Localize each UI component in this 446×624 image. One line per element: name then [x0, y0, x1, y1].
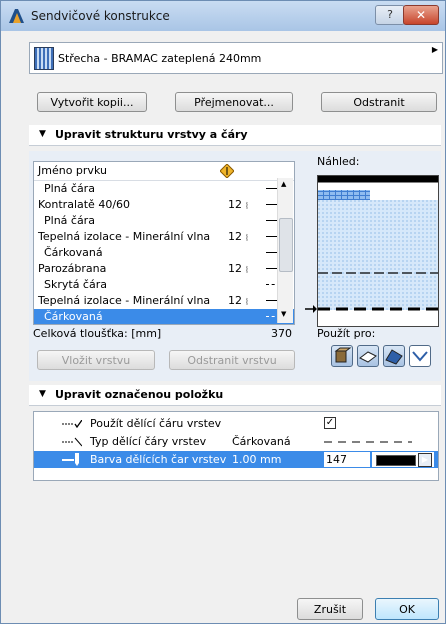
- item-section-title: Upravit označenou položku: [55, 388, 224, 401]
- layer-name: Skrytá čára: [44, 278, 107, 291]
- hatch-pattern-icon[interactable]: ⦚: [246, 263, 258, 276]
- layer-row[interactable]: Tepelná izolace - Minerální vlna 12 ⦚: [34, 293, 294, 309]
- use-for-icons: [331, 345, 435, 369]
- pen-color-swatch: [376, 455, 416, 466]
- ok-button[interactable]: OK: [375, 598, 439, 620]
- separator-line-check-icon: [62, 420, 82, 428]
- layer-thickness[interactable]: 12: [222, 261, 242, 277]
- pen-color-picker[interactable]: ▶: [372, 452, 434, 467]
- property-value[interactable]: 1.00 mm: [232, 451, 281, 468]
- layer-name: Tepelná izolace - Minerální vlna: [38, 230, 211, 243]
- property-row-selected[interactable]: Barva dělících čar vrstev 1.00 mm 147 ▶: [34, 451, 438, 468]
- line-type-icon: [62, 437, 82, 447]
- hatch-pattern-icon[interactable]: ⦚: [246, 231, 258, 244]
- close-button[interactable]: ✕: [403, 5, 439, 25]
- title-bar[interactable]: Sendvičové konstrukce ? ✕: [1, 1, 445, 31]
- hatch-pattern-icon[interactable]: ⦚: [246, 295, 258, 308]
- composite-name: Střecha - BRAMAC zateplená 240mm: [58, 52, 262, 65]
- pen-color-icon: [62, 453, 79, 466]
- pen-number-field[interactable]: 147: [324, 452, 370, 467]
- layer-row[interactable]: Čárkovaná: [34, 245, 294, 261]
- property-row[interactable]: Použít dělící čáru vrstev ✓: [34, 415, 438, 432]
- structure-section-header[interactable]: ▼ Upravit strukturu vrstvy a čáry: [29, 125, 441, 146]
- shell-use-icon[interactable]: [409, 345, 431, 367]
- cancel-button[interactable]: Zrušit: [297, 598, 363, 620]
- preview-label: Náhled:: [317, 155, 360, 168]
- dialog-window: Sendvičové konstrukce ? ✕ Střecha - BRAM…: [0, 0, 446, 624]
- layer-row-selected[interactable]: Čárkovaná: [34, 309, 294, 324]
- property-label: Použít dělící čáru vrstev: [90, 417, 222, 430]
- layer-name: Parozábrana: [38, 262, 107, 275]
- property-label: Typ dělící čáry vrstev: [90, 435, 207, 448]
- layer-row[interactable]: Parozábrana 12 ⦚: [34, 261, 294, 277]
- slab-use-icon[interactable]: [357, 345, 379, 367]
- wall-use-icon[interactable]: [331, 345, 353, 367]
- total-thickness-label: Celková tloušťka: [mm]: [33, 327, 162, 340]
- item-property-list[interactable]: Použít dělící čáru vrstev ✓ Typ dělící č…: [33, 411, 439, 481]
- property-label: Barva dělících čar vrstev: [90, 453, 227, 466]
- selected-layer-pointer-icon: [305, 305, 317, 313]
- dashed-line-preview: [324, 441, 412, 443]
- property-row[interactable]: Typ dělící čáry vrstev Čárkovaná: [34, 433, 438, 450]
- collapse-triangle-icon[interactable]: ▼: [39, 389, 46, 399]
- hatch-pattern-icon[interactable]: [246, 247, 258, 259]
- hatch-pattern-icon[interactable]: [246, 183, 258, 195]
- layer-list[interactable]: Jméno prvku Plná čára Kontralatě 40/60 12 ⦚…: [33, 161, 295, 325]
- preview-drawing: [318, 176, 438, 326]
- layer-name: Plná čára: [44, 214, 95, 227]
- structure-section-title: Upravit strukturu vrstvy a čáry: [55, 128, 248, 141]
- delete-button[interactable]: Odstranit: [321, 92, 437, 112]
- column-name-header: Jméno prvku: [38, 164, 107, 177]
- use-separator-checkbox[interactable]: ✓: [324, 417, 336, 429]
- layer-name: Kontralatě 40/60: [38, 198, 131, 211]
- layer-name: Plná čára: [44, 182, 95, 195]
- window-title: Sendvičové konstrukce: [31, 9, 170, 23]
- hatch-pattern-icon[interactable]: [246, 279, 258, 291]
- archicad-logo-icon: [9, 9, 24, 23]
- thickness-column-icon: [220, 164, 234, 178]
- layer-list-scrollbar[interactable]: ▲ ▼: [277, 178, 293, 323]
- roof-use-icon[interactable]: [383, 345, 405, 367]
- layer-row[interactable]: Tepelná izolace - Minerální vlna 12 ⦚: [34, 229, 294, 245]
- scroll-up-icon[interactable]: ▲: [281, 180, 286, 188]
- layer-thickness[interactable]: 12: [222, 197, 242, 213]
- insert-layer-button[interactable]: Vložit vrstvu: [37, 350, 155, 370]
- scroll-down-icon[interactable]: ▼: [281, 310, 286, 318]
- layer-list-header: Jméno prvku: [34, 162, 294, 181]
- delete-layer-button[interactable]: Odstranit vrstvu: [169, 350, 295, 370]
- property-value[interactable]: Čárkovaná: [232, 433, 291, 450]
- expand-arrow-icon[interactable]: ▶: [432, 45, 438, 54]
- layer-row[interactable]: Skrytá čára: [34, 277, 294, 293]
- preview-canvas: [317, 175, 439, 327]
- rename-button[interactable]: Přejmenovat...: [175, 92, 293, 112]
- hatch-pattern-icon[interactable]: [246, 215, 258, 227]
- layer-row[interactable]: Kontralatě 40/60 12 ⦚: [34, 197, 294, 213]
- layer-row[interactable]: Plná čára: [34, 213, 294, 229]
- item-section-header[interactable]: ▼ Upravit označenou položku: [29, 385, 441, 406]
- collapse-triangle-icon[interactable]: ▼: [39, 129, 46, 139]
- layer-thickness[interactable]: 12: [222, 293, 242, 309]
- layer-row[interactable]: Plná čára: [34, 181, 294, 197]
- copy-button[interactable]: Vytvořit kopii...: [37, 92, 147, 112]
- layer-thickness[interactable]: 12: [222, 229, 242, 245]
- scroll-thumb[interactable]: [279, 218, 293, 272]
- layer-name: Tepelná izolace - Minerální vlna: [38, 294, 211, 307]
- use-for-label: Použít pro:: [317, 327, 376, 340]
- help-button[interactable]: ?: [375, 5, 405, 25]
- composite-icon: [34, 47, 54, 70]
- layer-name: Čárkovaná: [44, 310, 103, 323]
- layer-name: Čárkovaná: [44, 246, 103, 259]
- pen-picker-arrow-icon[interactable]: ▶: [418, 453, 432, 467]
- composite-selector[interactable]: Střecha - BRAMAC zateplená 240mm ▶: [29, 42, 443, 74]
- hatch-pattern-icon[interactable]: ⦚: [246, 199, 258, 212]
- total-thickness-value: 370: [271, 327, 292, 340]
- hatch-pattern-icon[interactable]: [246, 311, 258, 323]
